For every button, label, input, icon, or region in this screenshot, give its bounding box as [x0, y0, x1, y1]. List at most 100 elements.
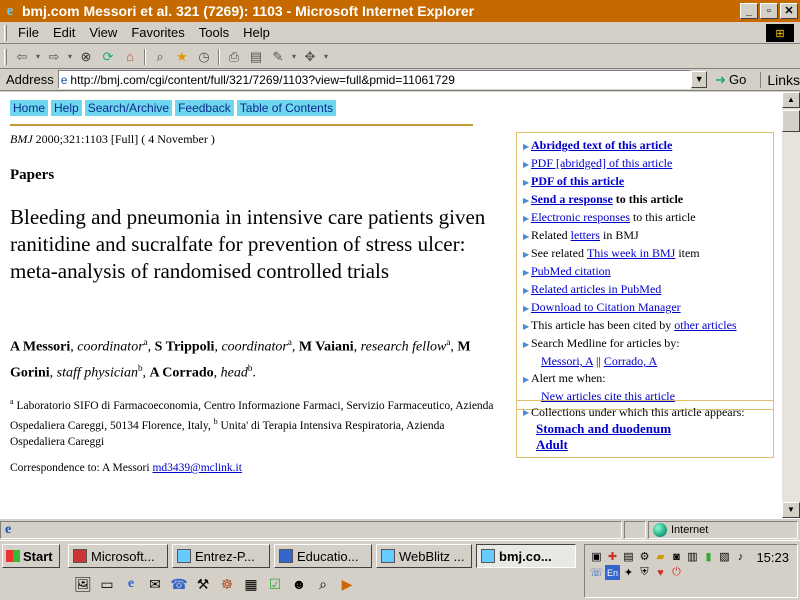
favorites-icon[interactable]: ★ [171, 47, 193, 67]
ie-task-icon [481, 549, 495, 563]
back-dropdown-icon[interactable]: ▾ [33, 47, 43, 67]
nav-table-of-contents[interactable]: Table of Contents [236, 100, 337, 116]
collection-stomach-link[interactable]: Stomach and duodenum [536, 421, 671, 436]
tray-display-icon[interactable]: ▥ [685, 549, 700, 564]
nav-help[interactable]: Help [51, 100, 82, 116]
desktop-icon[interactable]: 🖼 [72, 573, 94, 595]
find-icon[interactable]: ⌕ [312, 573, 334, 595]
medline-author-corrado-link[interactable]: Corrado, A [604, 354, 657, 368]
tray-battery-icon[interactable]: ▮ [701, 549, 716, 564]
status-pane-empty [624, 520, 646, 539]
tray-book-icon[interactable]: ▧ [717, 549, 732, 564]
task-education[interactable]: Educatio... [274, 544, 372, 568]
dialup-icon[interactable]: ☎ [168, 573, 190, 595]
collection-adult-link[interactable]: Adult [536, 437, 568, 452]
discuss-dropdown-icon[interactable]: ▾ [321, 47, 331, 67]
nav-feedback[interactable]: Feedback [175, 100, 234, 116]
history-icon[interactable]: ◷ [193, 47, 215, 67]
send-response-link[interactable]: Send a response [531, 191, 613, 208]
scroll-thumb[interactable] [782, 110, 800, 132]
home-icon[interactable]: ⌂ [119, 47, 141, 67]
tray-camera-icon[interactable]: ◙ [669, 549, 684, 564]
close-button[interactable]: ✕ [780, 3, 798, 19]
discuss-icon[interactable]: ✥ [299, 47, 321, 67]
tray-phone-icon[interactable]: ☏ [589, 565, 604, 580]
menu-file[interactable]: File [11, 25, 46, 40]
correspondence-email-link[interactable]: md3439@mclink.it [152, 462, 242, 474]
address-url[interactable]: http://bmj.com/cgi/content/full/321/7269… [70, 73, 454, 87]
scroll-up-icon[interactable]: ▲ [782, 92, 800, 108]
links-button[interactable]: Links [760, 71, 800, 88]
go-button[interactable]: ➜ Go [715, 72, 746, 88]
pubmed-citation-link[interactable]: PubMed citation [531, 263, 611, 280]
other-articles-link[interactable]: other articles [674, 317, 736, 334]
tray-input-icon[interactable]: ✦ [621, 565, 636, 580]
address-label: Address [6, 72, 54, 87]
tray-folder-icon[interactable]: ▰ [653, 549, 668, 564]
author-affil-sup: a [446, 337, 451, 347]
section-heading: Papers [10, 167, 55, 183]
calc-icon[interactable]: ▦ [240, 573, 262, 595]
outlook-icon[interactable]: ✉ [144, 573, 166, 595]
pdf-abridged-link[interactable]: PDF [abridged] of this article [531, 155, 672, 172]
related-letters-link[interactable]: letters [571, 227, 600, 244]
maximize-button[interactable]: ▫ [760, 3, 778, 19]
vertical-scrollbar[interactable]: ▲ ▼ [782, 92, 800, 518]
related-pubmed-link[interactable]: Related articles in PubMed [531, 281, 661, 298]
edit-dropdown-icon[interactable]: ▾ [289, 47, 299, 67]
tray-speaker-icon[interactable]: ♪ [733, 549, 748, 564]
search-icon[interactable]: ⌕ [149, 47, 171, 67]
nav-home[interactable]: Home [10, 100, 49, 116]
task-webblitz[interactable]: WebBlitz ... [376, 544, 472, 568]
print-preview-icon[interactable]: ▤ [245, 47, 267, 67]
address-input[interactable]: e http://bmj.com/cgi/content/full/321/72… [57, 70, 692, 89]
back-icon[interactable]: ⇦ [11, 47, 33, 67]
stop-icon[interactable]: ⊗ [75, 47, 97, 67]
wheel-icon[interactable]: ☸ [216, 573, 238, 595]
menu-favorites[interactable]: Favorites [124, 25, 191, 40]
menu-edit[interactable]: Edit [46, 25, 82, 40]
media-icon[interactable]: ▶ [336, 573, 358, 595]
address-dropdown-icon[interactable]: ▼ [691, 71, 708, 88]
tools-icon[interactable]: ⚒ [192, 573, 214, 595]
clock[interactable]: 15:23 [756, 550, 789, 565]
tray-network-icon[interactable]: ▣ [589, 549, 604, 564]
tray-tool-icon[interactable]: ⚙ [637, 549, 652, 564]
tray-heart-icon[interactable]: ♥ [653, 565, 668, 580]
task-bmj[interactable]: bmj.co... [476, 544, 576, 568]
tray-language-icon[interactable]: En [605, 565, 620, 580]
medline-author-messori-link[interactable]: Messori, A [541, 354, 593, 368]
tray-power-icon[interactable]: ⏻ [669, 565, 684, 580]
menu-view[interactable]: View [82, 25, 124, 40]
toolbar-grip[interactable] [4, 48, 7, 65]
forward-icon[interactable]: ⇨ [43, 47, 65, 67]
task-microsoft[interactable]: Microsoft... [68, 544, 168, 568]
abridged-link[interactable]: Abridged text of this article [531, 137, 672, 154]
ie-quick-icon[interactable]: e [120, 573, 142, 595]
start-button[interactable]: Start [2, 544, 60, 568]
task-label: Educatio... [297, 548, 359, 564]
tray-monitor-icon[interactable]: ▤ [621, 549, 636, 564]
this-week-link[interactable]: This week in BMJ [587, 245, 675, 262]
electronic-responses-link[interactable]: Electronic responses [531, 209, 630, 226]
show-desktop-icon[interactable]: ▭ [96, 573, 118, 595]
check-icon[interactable]: ☑ [264, 573, 286, 595]
task-label: WebBlitz ... [399, 548, 465, 564]
print-icon[interactable]: ⎙ [223, 47, 245, 67]
scroll-down-icon[interactable]: ▼ [782, 502, 800, 518]
minimize-button[interactable]: _ [740, 3, 758, 19]
tray-security-icon[interactable]: ⛨ [637, 565, 652, 580]
pdf-link[interactable]: PDF of this article [531, 173, 624, 190]
refresh-icon[interactable]: ⟳ [97, 47, 119, 67]
nav-search-archive[interactable]: Search/Archive [84, 100, 173, 116]
edit-icon[interactable]: ✎ [267, 47, 289, 67]
menu-help[interactable]: Help [236, 25, 277, 40]
site-nav: Home Help Search/Archive Feedback Table … [10, 100, 337, 116]
toolbar-grip[interactable] [4, 24, 7, 41]
menu-tools[interactable]: Tools [192, 25, 236, 40]
messenger-icon[interactable]: ☻ [288, 573, 310, 595]
tray-antivirus-icon[interactable]: ✚ [605, 549, 620, 564]
download-citation-link[interactable]: Download to Citation Manager [531, 299, 681, 316]
task-entrez[interactable]: Entrez-P... [172, 544, 270, 568]
forward-dropdown-icon[interactable]: ▾ [65, 47, 75, 67]
